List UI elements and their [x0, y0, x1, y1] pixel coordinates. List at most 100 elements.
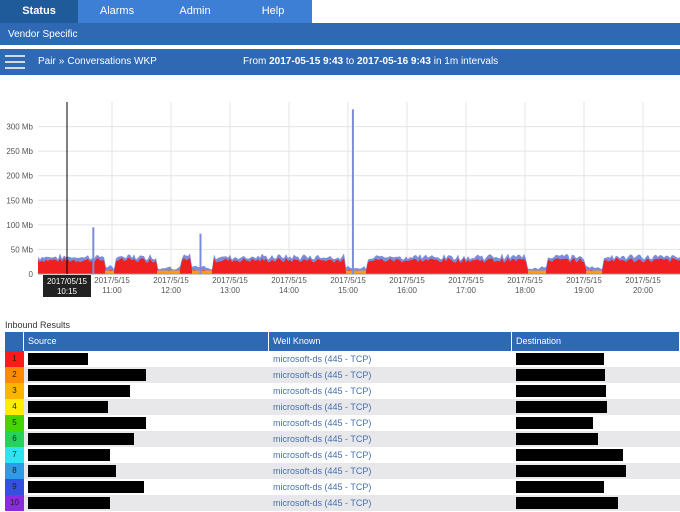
breadcrumb-pair[interactable]: Pair	[38, 56, 56, 67]
well-known-cell[interactable]: microsoft-ds (445 - TCP)	[269, 447, 512, 463]
rank-badge: 10	[5, 495, 24, 511]
destination-cell[interactable]	[512, 383, 680, 399]
destination-cell[interactable]	[512, 415, 680, 431]
y-tick-label: 50 Mb	[11, 245, 34, 254]
destination-cell[interactable]	[512, 447, 680, 463]
rank-badge: 7	[5, 447, 24, 463]
table-row[interactable]: 10 microsoft-ds (445 - TCP)	[5, 495, 680, 511]
menu-icon[interactable]	[5, 55, 25, 69]
column-destination[interactable]: Destination	[512, 332, 680, 351]
tab-alarms[interactable]: Alarms	[78, 0, 156, 23]
table-row[interactable]: 3 microsoft-ds (445 - TCP)	[5, 383, 680, 399]
range-to-prefix: to	[345, 56, 355, 67]
table-row[interactable]: 9 microsoft-ds (445 - TCP)	[5, 479, 680, 495]
breadcrumb-conversations-wkp[interactable]: Conversations WKP	[67, 56, 156, 67]
vendor-specific-bar[interactable]: Vendor Specific	[0, 23, 680, 47]
well-known-cell[interactable]: microsoft-ds (445 - TCP)	[269, 383, 512, 399]
table-row[interactable]: 4 microsoft-ds (445 - TCP)	[5, 399, 680, 415]
rank-badge: 2	[5, 367, 24, 383]
column-source[interactable]: Source	[24, 332, 269, 351]
tab-admin[interactable]: Admin	[156, 0, 234, 23]
table-row[interactable]: 1 microsoft-ds (445 - TCP)	[5, 351, 680, 367]
well-known-cell[interactable]: microsoft-ds (445 - TCP)	[269, 479, 512, 495]
column-well-known[interactable]: Well Known	[269, 332, 512, 351]
source-cell[interactable]	[24, 399, 269, 415]
well-known-cell[interactable]: microsoft-ds (445 - TCP)	[269, 415, 512, 431]
destination-cell[interactable]	[512, 431, 680, 447]
redacted-destination	[516, 449, 623, 461]
x-tick-date: 2017/5/15	[566, 276, 602, 285]
well-known-cell[interactable]: microsoft-ds (445 - TCP)	[269, 351, 512, 367]
well-known-cell[interactable]: microsoft-ds (445 - TCP)	[269, 399, 512, 415]
x-tick-date: 2017/5/15	[330, 276, 366, 285]
series-area-orange	[192, 270, 212, 274]
source-cell[interactable]	[24, 479, 269, 495]
series-area-orange	[105, 270, 114, 274]
source-cell[interactable]	[24, 367, 269, 383]
well-known-cell[interactable]: microsoft-ds (445 - TCP)	[269, 463, 512, 479]
table-row[interactable]: 6 microsoft-ds (445 - TCP)	[5, 431, 680, 447]
redacted-destination	[516, 417, 593, 429]
redacted-destination	[516, 369, 605, 381]
destination-cell[interactable]	[512, 367, 680, 383]
y-tick-label: 0	[29, 270, 34, 279]
destination-cell[interactable]	[512, 479, 680, 495]
x-tick-date: 2017/5/15	[625, 276, 661, 285]
well-known-cell[interactable]: microsoft-ds (445 - TCP)	[269, 367, 512, 383]
y-tick-label: 150 Mb	[6, 196, 33, 205]
rank-badge: 5	[5, 415, 24, 431]
nav-tabs: Status Alarms Admin Help	[0, 0, 312, 23]
destination-cell[interactable]	[512, 495, 680, 511]
redacted-source	[28, 353, 88, 365]
source-cell[interactable]	[24, 431, 269, 447]
redacted-destination	[516, 385, 606, 397]
rank-badge: 3	[5, 383, 24, 399]
series-area-orange	[157, 270, 180, 274]
series-area-orange	[346, 270, 366, 274]
destination-cell[interactable]	[512, 351, 680, 367]
top-navigation: Status Alarms Admin Help	[0, 0, 680, 23]
destination-cell[interactable]	[512, 399, 680, 415]
source-cell[interactable]	[24, 351, 269, 367]
redacted-destination	[516, 465, 626, 477]
y-tick-label: 250 Mb	[6, 147, 33, 156]
redacted-destination	[516, 401, 607, 413]
tab-status[interactable]: Status	[0, 0, 78, 23]
rank-badge: 9	[5, 479, 24, 495]
table-row[interactable]: 7 microsoft-ds (445 - TCP)	[5, 447, 680, 463]
y-tick-label: 100 Mb	[6, 221, 33, 230]
traffic-chart[interactable]: 0 50 Mb 100 Mb 150 Mb 200 Mb 250 Mb 300 Mb 2017…	[0, 96, 680, 301]
traffic-chart-svg[interactable]: 0 50 Mb 100 Mb 150 Mb 200 Mb 250 Mb 300 Mb 2017…	[0, 96, 680, 301]
range-from: 2017-05-15 9:43	[269, 56, 344, 67]
x-tick-date: 2017/5/15	[271, 276, 307, 285]
x-tick-time: 11:00	[102, 286, 122, 295]
tab-help[interactable]: Help	[234, 0, 312, 23]
results-table: Source Well Known Destination 1 microsoft…	[5, 332, 680, 511]
cursor-label-date: 2017/05/15	[47, 277, 88, 286]
x-tick-time: 20:00	[633, 286, 654, 295]
redacted-source	[28, 401, 108, 413]
redacted-source	[28, 369, 146, 381]
source-cell[interactable]	[24, 463, 269, 479]
y-tick-label: 200 Mb	[6, 172, 33, 181]
table-row[interactable]: 2 microsoft-ds (445 - TCP)	[5, 367, 680, 383]
rank-badge: 6	[5, 431, 24, 447]
well-known-cell[interactable]: microsoft-ds (445 - TCP)	[269, 431, 512, 447]
table-row[interactable]: 8 microsoft-ds (445 - TCP)	[5, 463, 680, 479]
x-tick-time: 13:00	[220, 286, 241, 295]
source-cell[interactable]	[24, 415, 269, 431]
well-known-cell[interactable]: microsoft-ds (445 - TCP)	[269, 495, 512, 511]
table-row[interactable]: 5 microsoft-ds (445 - TCP)	[5, 415, 680, 431]
path-bar: Pair» Conversations WKP From 2017-05-15 9…	[0, 49, 680, 75]
table-body: 1 microsoft-ds (445 - TCP) 2 microsoft-ds (…	[5, 351, 680, 511]
x-tick-time: 16:00	[397, 286, 418, 295]
x-tick-date: 2017/5/15	[212, 276, 248, 285]
source-cell[interactable]	[24, 495, 269, 511]
redacted-destination	[516, 481, 604, 493]
x-tick-time: 17:00	[456, 286, 477, 295]
series-area-orange	[586, 270, 602, 274]
source-cell[interactable]	[24, 383, 269, 399]
source-cell[interactable]	[24, 447, 269, 463]
x-tick-date: 2017/5/15	[507, 276, 543, 285]
destination-cell[interactable]	[512, 463, 680, 479]
